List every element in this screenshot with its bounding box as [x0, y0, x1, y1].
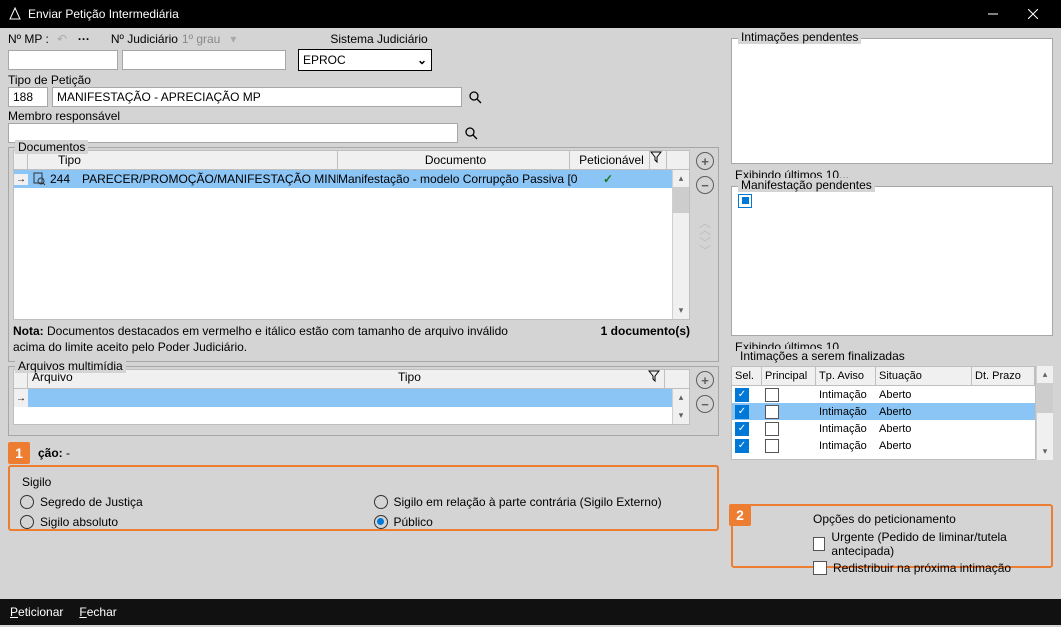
- row-principal-checkbox[interactable]: [765, 422, 779, 436]
- col-peticionavel[interactable]: Peticionável: [570, 151, 650, 169]
- badge-2: 2: [729, 504, 751, 526]
- row-principal-checkbox[interactable]: [765, 405, 779, 419]
- documentos-scrollbar[interactable]: ▴ ▾: [672, 170, 689, 319]
- add-button[interactable]: +: [696, 152, 714, 170]
- col-tp-aviso[interactable]: Tp. Aviso: [816, 367, 876, 385]
- multimidia-remove-button[interactable]: −: [696, 395, 714, 413]
- multimidia-fieldset: Arquivos multimídia Arquivo Tipo: [8, 366, 719, 436]
- manifestacao-legend: Manifestação pendentes: [738, 178, 875, 192]
- check-icon: ✓: [578, 172, 638, 186]
- finalizada-row[interactable]: ✓IntimaçãoAberto: [732, 420, 1035, 437]
- tipo-code-input[interactable]: [8, 87, 48, 107]
- radio-externo[interactable]: Sigilo em relação à parte contrária (Sig…: [374, 495, 708, 509]
- close-button[interactable]: [1013, 0, 1053, 28]
- filter-icon[interactable]: [650, 151, 666, 169]
- multimidia-row[interactable]: →: [14, 389, 672, 407]
- opcoes-group: Opções do peticionamento Urgente (Pedido…: [731, 504, 1053, 568]
- app-icon: [8, 7, 22, 21]
- sigilo-group: Sigilo Segredo de Justiça Sigilo em rela…: [8, 465, 719, 531]
- finalizadas-panel: Intimações a serem finalizadas Sel. Prin…: [731, 358, 1053, 466]
- multimidia-filter-icon[interactable]: [648, 370, 664, 388]
- finalizada-row[interactable]: ✓IntimaçãoAberto: [732, 437, 1035, 454]
- remove-button[interactable]: −: [696, 176, 714, 194]
- minimize-button[interactable]: [973, 0, 1013, 28]
- more-icon[interactable]: ···: [75, 30, 93, 48]
- sistema-value: EPROC: [303, 53, 346, 67]
- row-indicator-icon: →: [14, 174, 28, 185]
- move-up-icon[interactable]: ︿︿: [699, 220, 711, 234]
- tipo-desc-input[interactable]: [52, 87, 462, 107]
- col-principal[interactable]: Principal: [762, 367, 816, 385]
- col-mtipo[interactable]: Tipo: [398, 370, 648, 388]
- doc-nome: Manifestação - modelo Corrupção Passiva …: [338, 172, 578, 186]
- documentos-legend: Documentos: [15, 140, 88, 154]
- finalizada-row[interactable]: ✓IntimaçãoAberto: [732, 403, 1035, 420]
- grau-dropdown-icon[interactable]: ▾: [224, 30, 242, 48]
- row-principal-checkbox[interactable]: [765, 439, 779, 453]
- intimacoes-pendentes-panel: Intimações pendentes: [731, 38, 1053, 164]
- opcoes-legend: Opções do peticionamento: [813, 512, 1041, 526]
- documentos-count: 1 documento(s): [601, 324, 690, 355]
- window-title: Enviar Petição Intermediária: [28, 7, 973, 21]
- nota-text: Documentos destacados em vermelho e itál…: [13, 324, 508, 354]
- intimacoes-pendentes-legend: Intimações pendentes: [738, 30, 861, 44]
- class-value: -: [66, 446, 70, 460]
- row-check-icon[interactable]: ✓: [735, 388, 749, 402]
- membro-search-icon[interactable]: [462, 124, 480, 142]
- col-documento[interactable]: Documento: [338, 151, 570, 169]
- class-label: ção:: [38, 446, 63, 460]
- footer: Peticionar Fechar: [0, 599, 1061, 625]
- search-icon[interactable]: [466, 88, 484, 106]
- titlebar: Enviar Petição Intermediária: [0, 0, 1061, 28]
- jud-input[interactable]: [122, 50, 286, 70]
- documentos-header: Tipo Documento Peticionável: [13, 150, 690, 170]
- undo-icon[interactable]: ↶: [53, 30, 71, 48]
- doc-code: 244: [50, 172, 82, 186]
- opt-urgente[interactable]: Urgente (Pedido de liminar/tutela anteci…: [813, 530, 1041, 558]
- peticionar-button[interactable]: Peticionar: [10, 605, 63, 619]
- documento-row[interactable]: → 244 PARECER/PROMOÇÃO/MANIFESTAÇÃO MINI…: [14, 170, 672, 188]
- col-sel[interactable]: Sel.: [732, 367, 762, 385]
- multimidia-scrollbar[interactable]: ▴ ▾: [672, 389, 689, 424]
- finalizadas-legend: Intimações a serem finalizadas: [737, 349, 908, 363]
- radio-segredo[interactable]: Segredo de Justiça: [20, 495, 354, 509]
- row-check-icon[interactable]: ✓: [735, 405, 749, 419]
- jud-label: Nº Judiciário: [111, 32, 178, 46]
- nota-label: Nota:: [13, 324, 44, 338]
- row-principal-checkbox[interactable]: [765, 388, 779, 402]
- doc-tipo: PARECER/PROMOÇÃO/MANIFESTAÇÃO MINIST: [82, 172, 338, 186]
- grau-label: 1º grau: [182, 32, 220, 46]
- col-dt-prazo[interactable]: Dt. Prazo: [972, 367, 1035, 385]
- col-situacao[interactable]: Situação: [876, 367, 972, 385]
- finalizada-row[interactable]: ✓IntimaçãoAberto: [732, 386, 1035, 403]
- row-check-icon[interactable]: ✓: [735, 422, 749, 436]
- row-check-icon[interactable]: ✓: [735, 439, 749, 453]
- radio-absoluto[interactable]: Sigilo absoluto: [20, 515, 354, 529]
- radio-publico[interactable]: Público: [374, 515, 708, 529]
- sistema-select[interactable]: EPROC ⌄: [298, 49, 432, 71]
- row-indicator-icon: →: [14, 389, 28, 407]
- fechar-button[interactable]: Fechar: [79, 605, 116, 619]
- move-down-icon[interactable]: ﹀﹀: [699, 240, 711, 254]
- manifestacao-checkbox[interactable]: [738, 194, 752, 208]
- badge-1: 1: [8, 442, 30, 464]
- multimidia-legend: Arquivos multimídia: [15, 359, 126, 373]
- chevron-down-icon: ⌄: [417, 53, 427, 67]
- membro-label: Membro responsável: [8, 109, 719, 123]
- documentos-fieldset: Documentos Tipo Documento Peticionável: [8, 147, 719, 362]
- sigilo-legend: Sigilo: [22, 475, 707, 489]
- opt-redistribuir[interactable]: Redistribuir na próxima intimação: [813, 561, 1041, 575]
- tipo-peticao-label: Tipo de Petição: [8, 73, 719, 87]
- finalizadas-scrollbar[interactable]: ▴ ▾: [1036, 366, 1053, 460]
- multimidia-add-button[interactable]: +: [696, 371, 714, 389]
- document-search-icon: [32, 172, 46, 186]
- sistema-label: Sistema Judiciário: [330, 32, 427, 46]
- mp-label: Nº MP :: [8, 32, 49, 46]
- manifestacao-pendentes-panel: Manifestação pendentes: [731, 186, 1053, 336]
- mp-input[interactable]: [8, 50, 118, 70]
